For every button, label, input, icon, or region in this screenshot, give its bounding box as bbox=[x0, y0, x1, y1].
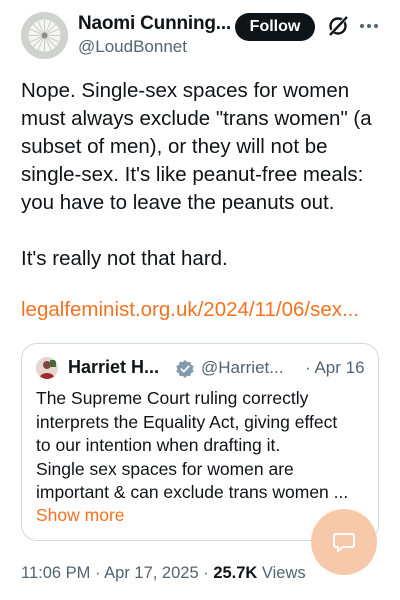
quoted-tweet[interactable]: Harriet H... @Harriet... · Apr 16 The Su… bbox=[21, 343, 379, 541]
views-label: Views bbox=[257, 564, 306, 582]
chat-bubble-icon bbox=[333, 533, 355, 552]
tweet-header: Naomi Cunning... @LoudBonnet Follow bbox=[0, 0, 400, 70]
show-more-link[interactable]: Show more bbox=[36, 505, 125, 526]
quote-line: The Supreme Court ruling correctly bbox=[36, 388, 309, 408]
author-handle[interactable]: @LoudBonnet bbox=[78, 37, 187, 57]
quote-line: to our intention when drafting it. bbox=[36, 435, 281, 455]
quote-author-handle[interactable]: @Harriet... bbox=[201, 358, 283, 378]
author-avatar[interactable] bbox=[21, 12, 68, 59]
more-dots-icon[interactable] bbox=[358, 14, 380, 38]
tweet-body: Nope. Single-sex spaces for women must a… bbox=[21, 77, 386, 273]
tweet-line: subset of men), or they will not be bbox=[21, 135, 328, 158]
quote-avatar-icon bbox=[36, 357, 58, 379]
quote-author-name[interactable]: Harriet H... bbox=[68, 357, 159, 378]
dandelion-avatar-icon bbox=[21, 12, 68, 59]
verified-badge-icon bbox=[175, 359, 195, 379]
tweet-line: single-sex. It's like peanut-free meals: bbox=[21, 163, 364, 186]
quote-line: Single sex spaces for women are bbox=[36, 458, 294, 479]
author-name[interactable]: Naomi Cunning... bbox=[78, 13, 231, 35]
tweet-meta: 11:06 PM · Apr 17, 2025 · 25.7K Views bbox=[21, 564, 306, 583]
quote-body: The Supreme Court ruling correctly inter… bbox=[36, 387, 370, 505]
views-count[interactable]: 25.7K bbox=[213, 564, 257, 582]
quote-date[interactable]: · Apr 16 bbox=[305, 358, 365, 378]
quote-avatar[interactable] bbox=[36, 357, 58, 379]
grok-icon[interactable] bbox=[326, 14, 350, 38]
tweet-line: It's really not that hard. bbox=[21, 247, 228, 270]
quote-line: interprets the Equality Act, giving effe… bbox=[36, 411, 338, 432]
chat-fab-button[interactable] bbox=[311, 509, 377, 575]
tweet-timestamp[interactable]: 11:06 PM · Apr 17, 2025 · bbox=[21, 564, 213, 582]
tweet-link[interactable]: legalfeminist.org.uk/2024/11/06/sex... bbox=[21, 298, 359, 322]
quote-line: important & can exclude trans women ... bbox=[36, 482, 349, 502]
follow-button[interactable]: Follow bbox=[235, 13, 315, 41]
tweet-line: Nope. Single-sex spaces for women bbox=[21, 79, 350, 102]
tweet-line: must always exclude "trans women" (a bbox=[21, 107, 372, 130]
tweet-line: you have to leave the peanuts out. bbox=[21, 191, 335, 214]
